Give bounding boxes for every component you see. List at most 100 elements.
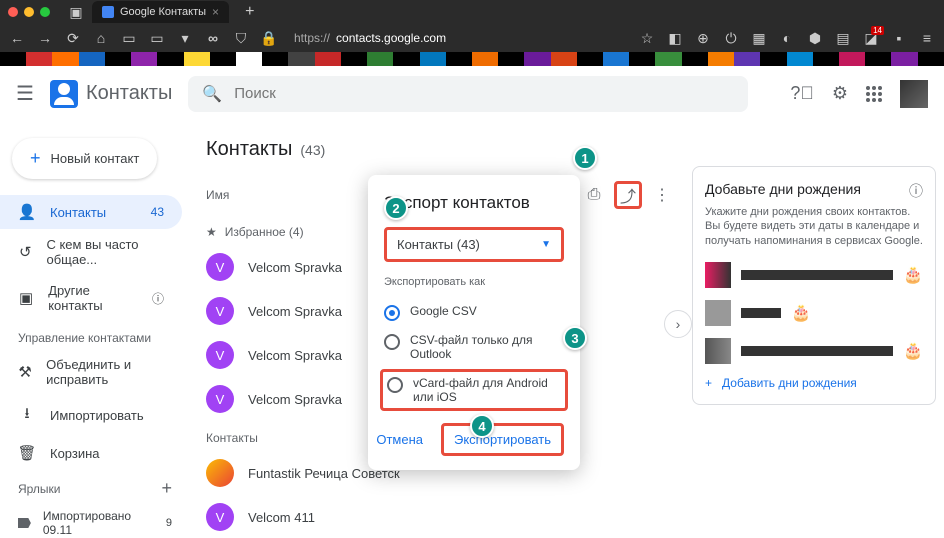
ext-icon[interactable]: ◐ — [778, 30, 796, 46]
new-contact-label: Новый контакт — [51, 151, 140, 166]
plus-icon: + — [30, 148, 41, 169]
hamburger-icon[interactable]: ☰ — [16, 81, 34, 106]
sidebar-label[interactable]: Импортировано 09.11 9 — [0, 503, 190, 538]
cancel-button[interactable]: Отмена — [366, 423, 433, 456]
cake-icon[interactable]: 🎂 — [903, 265, 923, 285]
bday-title: Добавьте дни рождения — [705, 181, 861, 201]
ext-icon[interactable]: ◪14 — [862, 30, 880, 47]
bday-suggestion[interactable]: 🎂 — [705, 262, 923, 288]
contact-name: Velcom 411 — [248, 510, 315, 525]
star-icon[interactable]: ☆ — [638, 30, 656, 47]
contact-row[interactable]: V Velcom 411 — [202, 495, 680, 538]
page-title: Контакты — [206, 138, 292, 161]
modal-title: Экспорт контактов — [384, 193, 564, 213]
merge-icon: ⚒ — [18, 363, 32, 381]
export-button[interactable]: Экспортировать — [441, 423, 564, 456]
export-option-google-csv[interactable]: Google CSV — [384, 298, 564, 327]
new-tab-button[interactable]: + — [237, 3, 262, 21]
sidebar-section-manage: Управление контактами — [0, 321, 190, 349]
search-icon: 🔍 — [202, 84, 222, 104]
window-minimize[interactable] — [24, 7, 34, 17]
nav-reload-icon[interactable]: ⟳ — [64, 30, 82, 47]
sidebar: + Новый контакт 👤 Контакты 43 ↺ С кем вы… — [0, 122, 190, 538]
history-icon: ↺ — [18, 243, 32, 261]
download-icon: ⭳ — [18, 403, 36, 428]
tab-close-icon[interactable]: × — [212, 5, 219, 19]
nav-back-icon[interactable]: ← — [8, 30, 26, 46]
birthday-card: Добавьте дни рождения ⓘ Укажите дни рожд… — [692, 166, 936, 405]
export-source-select[interactable]: Контакты (43) ▼ — [384, 227, 564, 262]
cake-icon[interactable]: 🎂 — [791, 303, 811, 323]
window-maximize[interactable] — [40, 7, 50, 17]
contact-name: Velcom Spravka — [248, 304, 342, 319]
sidebar-item-frequent[interactable]: ↺ С кем вы часто общае... — [0, 229, 182, 275]
sidebar-item-contacts[interactable]: 👤 Контакты 43 — [0, 195, 182, 229]
contact-name: Velcom Spravka — [248, 392, 342, 407]
scroll-right-icon[interactable]: › — [664, 310, 692, 338]
avatar: V — [206, 297, 234, 325]
trash-icon: 🗑 — [18, 444, 36, 462]
url-bar[interactable]: https://contacts.google.com — [288, 29, 628, 47]
print-icon[interactable]: ⎙ — [580, 181, 608, 209]
export-option-outlook-csv[interactable]: CSV-файл только для Outlook — [384, 327, 564, 367]
avatar: V — [206, 385, 234, 413]
cake-icon[interactable]: 🎂 — [903, 341, 923, 361]
ext-icon[interactable]: ◧ — [666, 30, 684, 47]
account-avatar[interactable] — [900, 80, 928, 108]
page-count: (43) — [300, 142, 325, 158]
ext-icon[interactable]: ▪ — [890, 30, 908, 46]
menu-icon[interactable]: ≡ — [918, 30, 936, 46]
info-icon[interactable]: ⓘ — [909, 181, 923, 201]
browser-tab[interactable]: Google Контакты × — [92, 1, 229, 23]
nav-home-icon[interactable]: ⌂ — [92, 30, 110, 46]
new-contact-button[interactable]: + Новый контакт — [12, 138, 157, 179]
label-icon — [18, 518, 31, 528]
sidebar-item-import[interactable]: ⭳ Импортировать — [0, 395, 182, 436]
export-icon[interactable]: ⤴ — [614, 181, 642, 209]
ext-icon[interactable]: ⬢ — [806, 30, 824, 47]
sidebar-item-merge[interactable]: ⚒ Объединить и исправить — [0, 349, 182, 395]
sidebar-item-trash[interactable]: 🗑 Корзина — [0, 436, 182, 470]
app-header: ☰ Контакты 🔍 ?⃝ ⚙ — [0, 66, 944, 122]
add-birthdays-link[interactable]: + Добавить дни рождения — [705, 376, 923, 390]
add-label-icon[interactable]: + — [161, 478, 172, 499]
export-option-vcard[interactable]: vCard-файл для Android или iOS — [380, 369, 568, 411]
right-pane: › Добавьте дни рождения ⓘ Укажите дни ро… — [692, 130, 936, 538]
contact-name: Velcom Spravka — [248, 348, 342, 363]
ext-icon[interactable]: ⊕ — [694, 30, 712, 47]
settings-icon[interactable]: ⚙ — [832, 83, 848, 104]
search-box[interactable]: 🔍 — [188, 76, 748, 112]
ext-icon[interactable]: ▤ — [834, 30, 852, 47]
bday-suggestion[interactable]: 🎂 — [705, 338, 923, 364]
avatar: V — [206, 341, 234, 369]
nav-icon[interactable]: ▾ — [176, 30, 194, 47]
more-icon[interactable]: ⋮ — [648, 181, 676, 209]
apps-grid-icon[interactable] — [866, 86, 882, 102]
nav-forward-icon[interactable]: → — [36, 30, 54, 46]
nav-icon[interactable]: ▭ — [148, 30, 166, 47]
avatar: V — [206, 503, 234, 531]
contacts-logo-icon — [50, 80, 78, 108]
sidebar-toggle-icon[interactable]: ▣ — [68, 4, 84, 20]
app-title: Контакты — [86, 82, 172, 105]
step-badge-2: 2 — [384, 196, 408, 220]
ext-icon[interactable]: ▦ — [750, 30, 768, 47]
power-icon[interactable]: ⏻ — [722, 30, 740, 47]
sidebar-item-other[interactable]: ▣ Другие контакты ⓘ — [0, 275, 182, 321]
contact-name: Velcom Spravka — [248, 260, 342, 275]
bday-suggestion[interactable]: 🎂 — [705, 300, 923, 326]
nav-icon[interactable]: ∞ — [204, 30, 222, 46]
person-icon: 👤 — [18, 203, 36, 221]
browser-chrome: ▣ Google Контакты × + ← → ⟳ ⌂ ▭ ▭ ▾ ∞ ⛉ … — [0, 0, 944, 66]
window-close[interactable] — [8, 7, 18, 17]
step-badge-3: 3 — [563, 326, 587, 350]
avatar — [206, 459, 234, 487]
radio-icon — [384, 334, 400, 350]
help-icon[interactable]: ?⃝ — [790, 83, 814, 104]
bookmark-bar — [0, 52, 944, 66]
nav-icon[interactable]: ▭ — [120, 30, 138, 47]
caret-down-icon: ▼ — [541, 239, 551, 250]
logo[interactable]: Контакты — [50, 80, 172, 108]
search-input[interactable] — [234, 85, 734, 102]
shield-icon[interactable]: ⛉ — [232, 30, 250, 47]
